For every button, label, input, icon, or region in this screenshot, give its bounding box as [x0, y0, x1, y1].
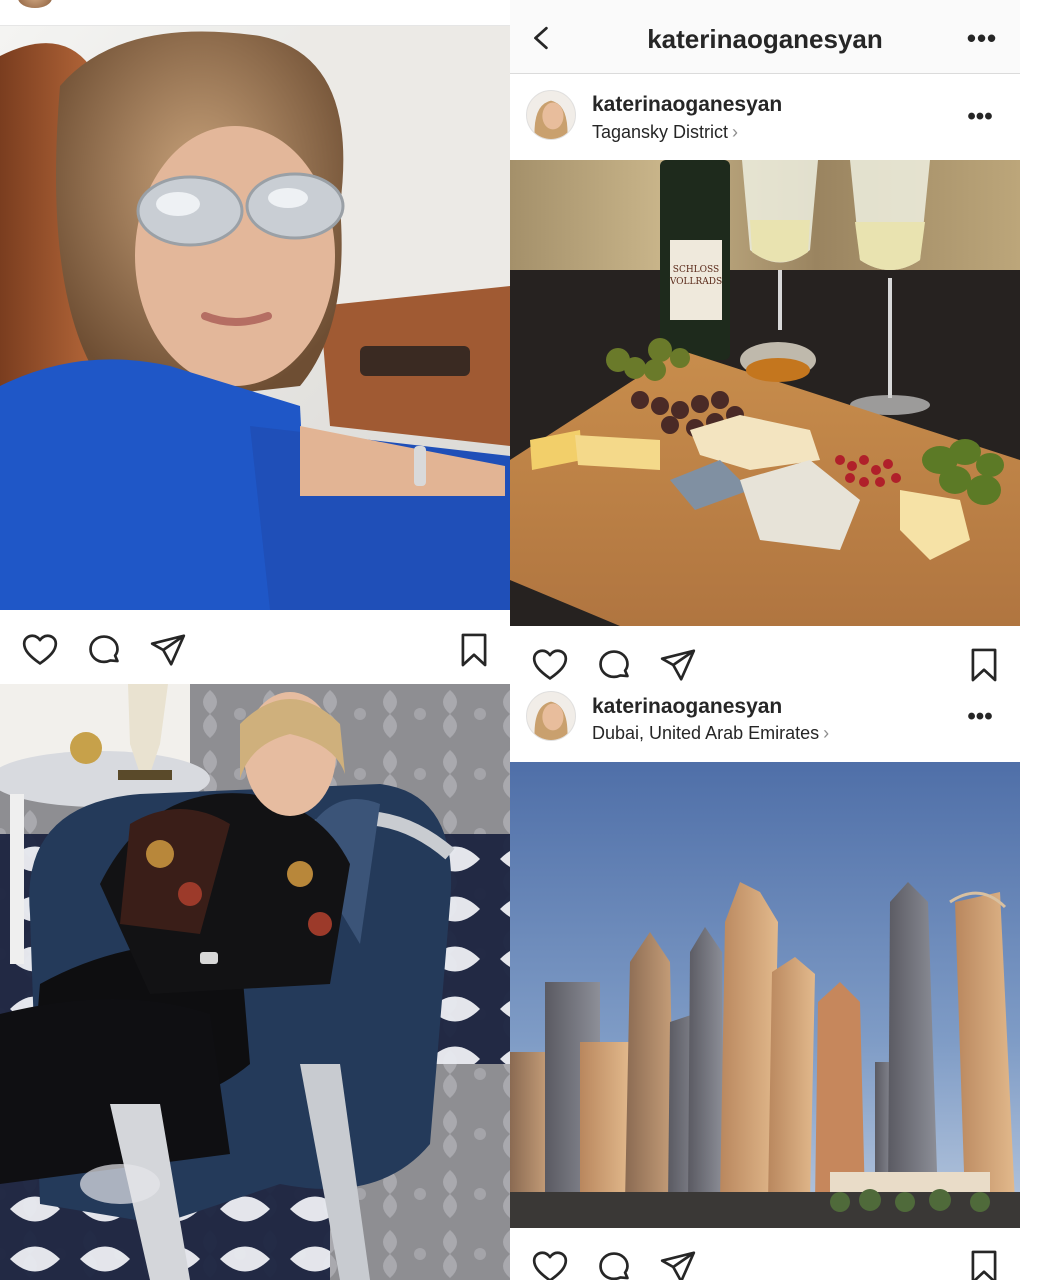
post-photo-selfie[interactable]: [0, 26, 510, 610]
left-feed-column: [0, 0, 510, 1280]
post-username[interactable]: katerinaoganesyan: [592, 695, 782, 719]
avatar[interactable]: [526, 691, 576, 741]
avatar-portrait: [527, 692, 575, 740]
avatar-portrait: [527, 91, 575, 139]
armchair-photo-illustration: [0, 684, 510, 1280]
page-title: katerinaoganesyan: [647, 24, 883, 54]
svg-text:SCHLOSS: SCHLOSS: [673, 265, 719, 275]
right-feed-column: katerinaoganesyan ••• katerinaoganesyan …: [510, 0, 1020, 1280]
selfie-photo-illustration: [0, 26, 510, 610]
send-icon[interactable]: [658, 1247, 698, 1280]
heart-icon[interactable]: [20, 630, 60, 670]
svg-text:VOLLRADS: VOLLRADS: [669, 277, 722, 287]
send-icon[interactable]: [148, 630, 188, 670]
post-location[interactable]: Tagansky District ›: [592, 122, 738, 143]
post-username[interactable]: katerinaoganesyan: [592, 93, 782, 117]
more-options-icon[interactable]: •••: [960, 102, 1000, 132]
post-location-text: Dubai, United Arab Emirates: [592, 723, 820, 743]
post-location[interactable]: Dubai, United Arab Emirates ›: [592, 723, 829, 744]
more-options-icon[interactable]: •••: [960, 702, 1000, 732]
comment-icon[interactable]: [594, 1247, 634, 1280]
post-actions-row: [510, 1236, 1020, 1280]
post-header: katerinaoganesyan Dubai, United Arab Emi…: [510, 678, 1020, 762]
bookmark-icon[interactable]: [964, 1247, 1004, 1280]
post-header: katerinaoganesyan Tagansky District › •••: [510, 76, 1020, 160]
heart-icon[interactable]: [530, 1247, 570, 1280]
post-actions-row: [0, 620, 510, 680]
dubai-skyline-illustration: [510, 762, 1020, 1228]
cheese-board-illustration: SCHLOSS VOLLRADS: [510, 160, 1020, 626]
post-photo-armchair[interactable]: [0, 684, 510, 1280]
profile-nav-bar: katerinaoganesyan •••: [510, 0, 1020, 74]
chevron-right-icon: ›: [823, 723, 830, 743]
post-photo-cheese-board[interactable]: SCHLOSS VOLLRADS: [510, 160, 1020, 626]
more-options-icon[interactable]: •••: [962, 22, 1002, 54]
post-location-text: Tagansky District: [592, 122, 729, 142]
chevron-right-icon: ›: [732, 122, 739, 142]
bookmark-icon[interactable]: [454, 630, 494, 670]
right-gutter: [1020, 0, 1044, 1280]
comment-icon[interactable]: [84, 630, 124, 670]
previous-post-header-strip: [0, 0, 510, 26]
post-photo-dubai-skyline[interactable]: [510, 762, 1020, 1228]
avatar[interactable]: [526, 90, 576, 140]
avatar[interactable]: [18, 0, 52, 8]
